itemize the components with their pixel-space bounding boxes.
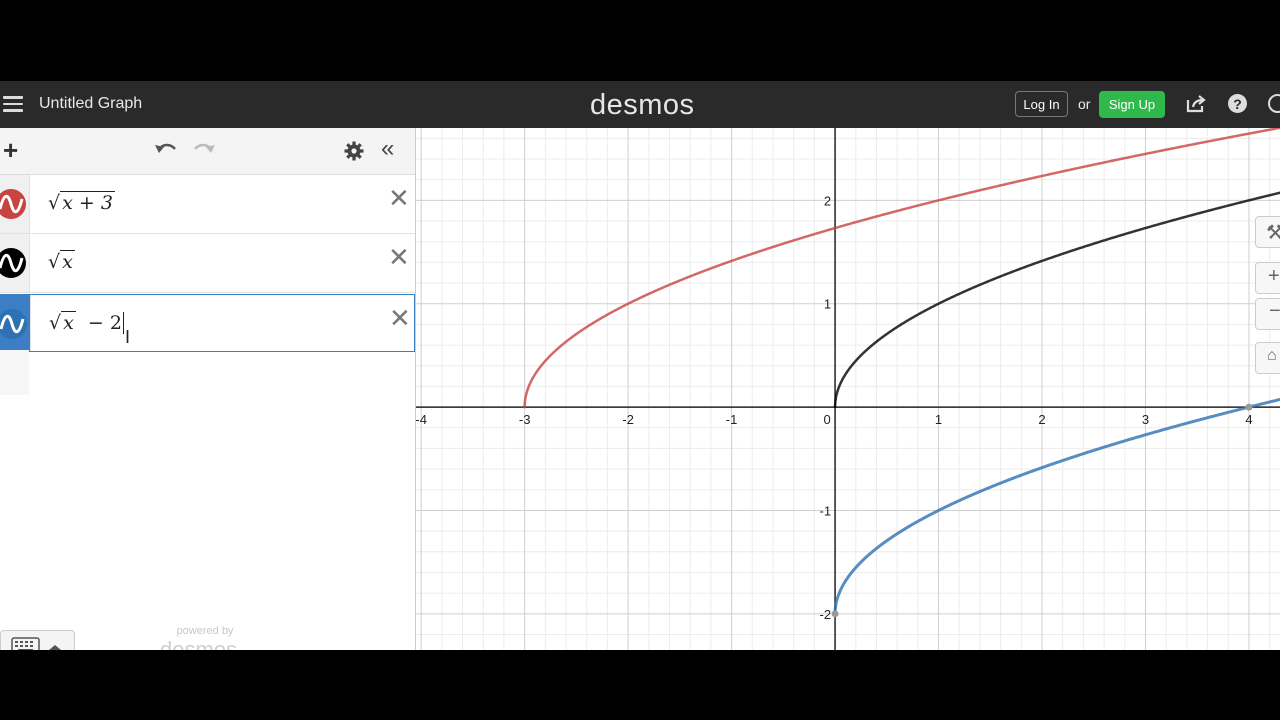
log-in-button[interactable]: Log In (1015, 91, 1068, 117)
expression-math[interactable]: √ x − 2 (49, 311, 130, 334)
expression-tab[interactable] (0, 234, 30, 292)
desmos-logo: desmos (590, 89, 695, 121)
graph-canvas[interactable]: -4 -3 -2 -1 0 1 2 3 4 2 1 -1 -2 (416, 128, 1280, 650)
or-label: or (1078, 96, 1091, 112)
delete-expression-icon[interactable]: ✕ (388, 244, 410, 270)
curve-2 (833, 191, 1280, 409)
delete-expression-icon[interactable]: ✕ (388, 185, 410, 211)
keyboard-toggle-button[interactable] (0, 630, 75, 650)
radical-symbol: √ (48, 192, 61, 214)
expression-tab[interactable] (0, 295, 31, 351)
zoom-in-icon[interactable]: + (1255, 262, 1280, 294)
y-tick-label: -1 (820, 503, 832, 518)
hamburger-menu-icon[interactable] (3, 96, 23, 112)
x-tick-label: -1 (726, 412, 738, 427)
expression-math[interactable]: √ x + 3 (48, 191, 115, 214)
radicand: x + 3 (60, 191, 115, 214)
point-of-interest (1245, 403, 1253, 411)
expression-suffix: − 2 (87, 312, 122, 334)
zoom-out-icon[interactable]: − (1255, 298, 1280, 330)
graph-settings-wrench-icon[interactable]: ⚒ (1255, 216, 1280, 248)
powered-by-label: powered by (176, 625, 234, 637)
curve-1 (523, 128, 1280, 409)
language-globe-icon[interactable] (1268, 94, 1280, 113)
powered-by-desmos-logo: desmos (160, 637, 238, 650)
delete-expression-icon[interactable]: ✕ (389, 305, 411, 331)
graph-color-wave-icon[interactable] (0, 189, 26, 219)
point-of-interest (831, 610, 839, 618)
default-viewport-home-icon[interactable]: ⌂ (1255, 342, 1280, 374)
y-tick-label: -2 (820, 607, 832, 622)
sign-up-button[interactable]: Sign Up (1099, 91, 1165, 118)
i-beam-cursor-icon: I (125, 327, 131, 347)
expression-toolbar: + « (0, 128, 415, 175)
expression-math[interactable]: √ x (48, 250, 75, 273)
desmos-app: Untitled Graph desmos Log In or Sign Up … (0, 81, 1280, 650)
curve-3 (833, 397, 1280, 616)
settings-gear-icon[interactable] (344, 141, 364, 166)
x-tick-label: 3 (1142, 412, 1149, 427)
undo-icon[interactable] (154, 141, 178, 162)
graph-paper[interactable]: -4 -3 -2 -1 0 1 2 3 4 2 1 -1 -2 (416, 128, 1280, 650)
help-icon[interactable]: ? (1228, 94, 1247, 113)
add-item-button[interactable]: + (3, 137, 18, 163)
x-tick-label: 2 (1038, 412, 1045, 427)
expression-row-3[interactable]: √ x − 2 I ✕ (0, 294, 415, 352)
x-tick-label: -3 (519, 412, 531, 427)
x-tick-label: 4 (1245, 412, 1252, 427)
expression-list-panel: + « √ x + 3 ✕ √ x ✕ √ x − 2 I ✕ powered … (0, 128, 416, 650)
radical-symbol: √ (48, 251, 61, 273)
x-tick-label: 0 (823, 412, 830, 427)
graph-color-wave-icon[interactable] (0, 309, 27, 339)
x-tick-label: -4 (416, 412, 427, 427)
y-tick-label: 2 (824, 193, 831, 208)
share-icon[interactable] (1185, 94, 1207, 119)
expression-row-1[interactable]: √ x + 3 ✕ (0, 175, 415, 234)
y-tick-label: 1 (824, 297, 831, 312)
x-tick-label: -2 (622, 412, 634, 427)
graph-color-wave-icon[interactable] (0, 248, 26, 278)
x-tick-label: 1 (935, 412, 942, 427)
top-bar: Untitled Graph desmos Log In or Sign Up … (0, 81, 1280, 128)
radical-symbol: √ (49, 312, 62, 334)
keyboard-icon (11, 637, 61, 650)
radicand: x (61, 311, 76, 334)
expression-row-2[interactable]: √ x ✕ (0, 234, 415, 293)
expression-tab[interactable] (0, 175, 30, 233)
collapse-panel-icon[interactable]: « (381, 137, 394, 161)
empty-expression-tab (0, 350, 29, 395)
redo-icon[interactable] (192, 141, 216, 162)
graph-title[interactable]: Untitled Graph (39, 95, 142, 113)
radicand: x (60, 250, 75, 273)
